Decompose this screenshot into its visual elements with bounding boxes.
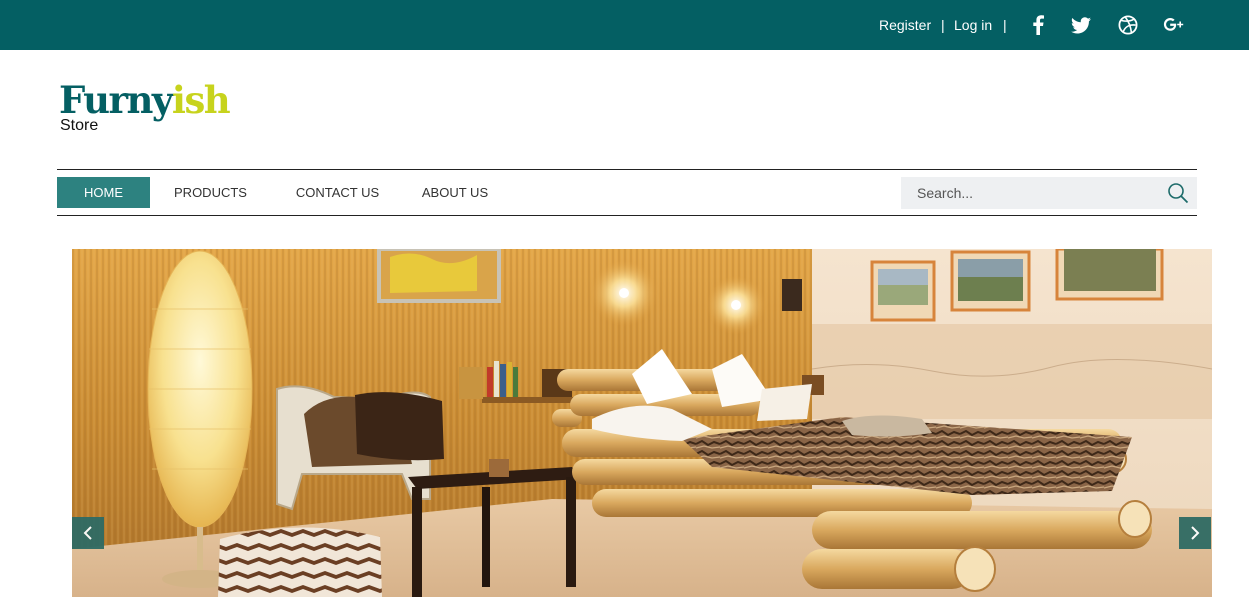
nav-item-home[interactable]: HOME <box>57 177 150 208</box>
register-link[interactable]: Register <box>879 17 931 33</box>
logo-name-part1: Furny <box>59 78 173 122</box>
slider-next-button[interactable] <box>1179 517 1211 549</box>
twitter-icon[interactable] <box>1070 14 1092 36</box>
nav-item-about-us[interactable]: ABOUT US <box>404 177 506 208</box>
chevron-right-icon <box>1191 526 1200 540</box>
nav-top-divider <box>57 169 1197 170</box>
search-icon[interactable] <box>1167 182 1189 204</box>
search-box <box>901 177 1197 209</box>
facebook-icon[interactable] <box>1027 14 1049 36</box>
top-bar: Register | Log in | <box>0 0 1249 50</box>
logo-name-part2: ish <box>171 78 231 122</box>
google-plus-icon[interactable] <box>1163 14 1185 36</box>
hero-slider-image <box>72 249 1212 597</box>
dribbble-icon[interactable] <box>1117 14 1139 36</box>
nav-item-products[interactable]: PRODUCTS <box>150 177 271 208</box>
slider-prev-button[interactable] <box>72 517 104 549</box>
auth-separator: | <box>941 17 945 33</box>
bedroom-photo <box>72 249 1212 597</box>
chevron-left-icon <box>83 526 92 540</box>
site-logo[interactable]: Furnyish Store <box>59 78 231 134</box>
main-nav: HOME PRODUCTS CONTACT US ABOUT US <box>57 177 506 208</box>
auth-separator: | <box>1003 17 1007 33</box>
search-input[interactable] <box>901 177 1156 209</box>
nav-bottom-divider <box>57 215 1197 216</box>
nav-item-contact-us[interactable]: CONTACT US <box>271 177 404 208</box>
login-link[interactable]: Log in <box>954 17 992 33</box>
